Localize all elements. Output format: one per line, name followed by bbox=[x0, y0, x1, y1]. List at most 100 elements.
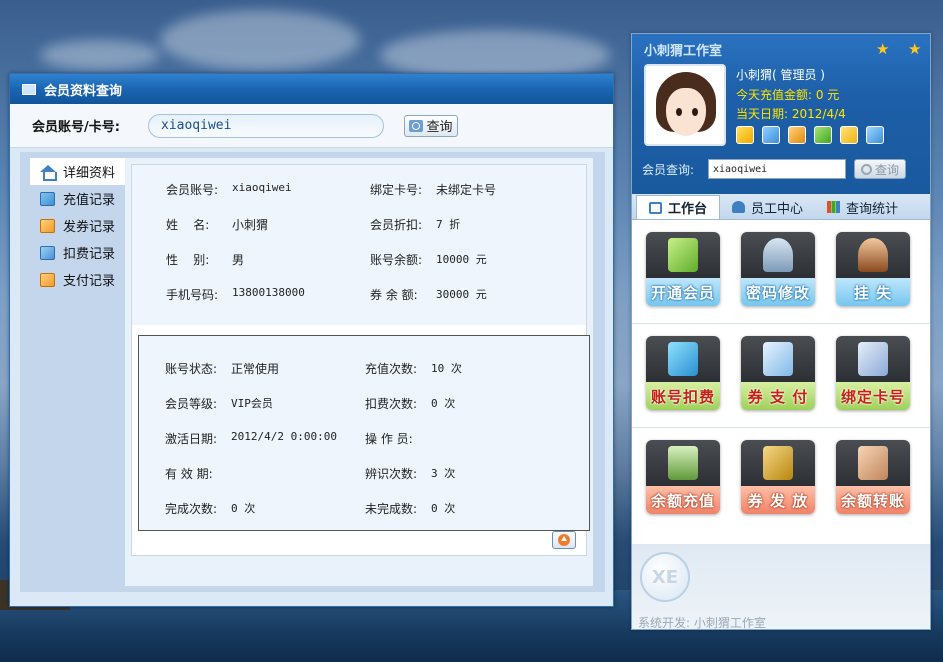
twitter-icon[interactable] bbox=[762, 126, 780, 144]
search-bar: 会员账号/卡号: 查询 bbox=[10, 104, 613, 148]
tile-label: 券 支 付 bbox=[741, 382, 815, 410]
field-key: 会员账号: bbox=[166, 183, 219, 197]
tab-label: 查询统计 bbox=[846, 201, 899, 217]
tile-coupon-issue[interactable]: 券 发 放 bbox=[741, 440, 815, 514]
content-area: 详细资料 充值记录 发券记录 扣费记录 支付记录 会员账号: xiaoqiwei… bbox=[20, 152, 605, 592]
window-icon bbox=[22, 83, 36, 95]
tab-bar: 工作台 员工中心 查询统计 bbox=[632, 194, 930, 220]
field-done-count: 完成次数: 0 次 bbox=[165, 500, 255, 517]
grid-row: 账号扣费 券 支 付 绑定卡号 bbox=[632, 324, 930, 428]
avatar bbox=[644, 64, 726, 146]
details-panel: 会员账号: xiaoqiwei 绑定卡号: 未绑定卡号 姓 名: 小刺猬 会员折… bbox=[125, 158, 593, 586]
tile-label: 挂 失 bbox=[836, 278, 910, 306]
tab-workbench[interactable]: 工作台 bbox=[636, 195, 721, 219]
share-icon[interactable] bbox=[866, 126, 884, 144]
tab-staff-center[interactable]: 员工中心 bbox=[720, 195, 815, 219]
field-key: 激活日期: bbox=[165, 432, 218, 446]
lock-icon bbox=[763, 238, 793, 272]
field-value: 男 bbox=[232, 253, 245, 267]
tile-label: 绑定卡号 bbox=[836, 382, 910, 410]
user-name: 小刺猬( 管理员 ) bbox=[736, 68, 825, 82]
folder-icon bbox=[763, 446, 793, 480]
tile-open-member[interactable]: 开通会员 bbox=[646, 232, 720, 306]
field-key: 完成次数: bbox=[165, 502, 218, 516]
scroll-top-button[interactable] bbox=[552, 531, 576, 549]
field-key: 绑定卡号: bbox=[370, 183, 423, 197]
field-key: 账号余额: bbox=[370, 253, 423, 267]
field-account: 会员账号: xiaoqiwei bbox=[166, 181, 292, 198]
tile-coupon-pay[interactable]: 券 支 付 bbox=[741, 336, 815, 410]
tile-label: 券 发 放 bbox=[741, 486, 815, 514]
tile-label: 余额充值 bbox=[646, 486, 720, 514]
query-button[interactable]: 查询 bbox=[404, 114, 458, 137]
cloud bbox=[160, 10, 360, 70]
cloud bbox=[40, 40, 160, 70]
nav-item-deduct-record[interactable]: 扣费记录 bbox=[30, 239, 126, 266]
field-key: 扣费次数: bbox=[365, 397, 418, 411]
member-info-window: 会员资料查询 会员账号/卡号: 查询 详细资料 充值记录 发券记录 bbox=[9, 73, 614, 607]
logo: XE bbox=[640, 552, 690, 602]
tab-label: 工作台 bbox=[668, 202, 708, 217]
field-key: 充值次数: bbox=[365, 362, 418, 376]
search-label: 会员账号/卡号: bbox=[32, 120, 120, 135]
field-value: 13800138000 bbox=[232, 286, 305, 299]
tile-label: 开通会员 bbox=[646, 278, 720, 306]
nav-item-payment-record[interactable]: 支付记录 bbox=[30, 266, 126, 293]
tile-report-loss[interactable]: 挂 失 bbox=[836, 232, 910, 306]
field-key: 账号状态: bbox=[165, 362, 218, 376]
nav-item-details[interactable]: 详细资料 bbox=[30, 158, 126, 185]
tile-label: 密码修改 bbox=[741, 278, 815, 306]
footer: XE 系统开发: 小刺猬工作室 bbox=[632, 544, 930, 630]
field-activate-date: 激活日期: 2012/4/2 0:00:00 bbox=[165, 430, 337, 447]
tab-query-stats[interactable]: 查询统计 bbox=[815, 195, 910, 219]
tile-balance-transfer[interactable]: 余额转账 bbox=[836, 440, 910, 514]
field-value: 正常使用 bbox=[231, 362, 280, 376]
tile-change-password[interactable]: 密码修改 bbox=[741, 232, 815, 306]
tile-balance-recharge[interactable]: 余额充值 bbox=[646, 440, 720, 514]
user-icon[interactable] bbox=[814, 126, 832, 144]
window-title: 会员资料查询 bbox=[44, 83, 123, 99]
field-coupon-balance: 券 余 额: 30000 元 bbox=[370, 286, 487, 303]
field-name: 姓 名: 小刺猬 bbox=[166, 216, 268, 233]
tile-bind-card[interactable]: 绑定卡号 bbox=[836, 336, 910, 410]
field-key: 未完成数: bbox=[365, 502, 418, 516]
query-button-label: 查询 bbox=[426, 120, 453, 135]
nav-item-recharge-record[interactable]: 充值记录 bbox=[30, 185, 126, 212]
briefcase-icon[interactable] bbox=[788, 126, 806, 144]
window-titlebar[interactable]: 会员资料查询 bbox=[10, 74, 613, 104]
bind-card-icon bbox=[858, 342, 888, 376]
details-card: 会员账号: xiaoqiwei 绑定卡号: 未绑定卡号 姓 名: 小刺猬 会员折… bbox=[131, 164, 590, 556]
mail-icon[interactable] bbox=[840, 126, 858, 144]
field-key: 性 别: bbox=[166, 253, 210, 267]
field-value: 小刺猬 bbox=[232, 218, 269, 232]
field-valid-period: 有 效 期: bbox=[165, 465, 231, 482]
star-icon[interactable]: ★ bbox=[908, 40, 921, 58]
nav-item-coupon-record[interactable]: 发券记录 bbox=[30, 212, 126, 239]
home-icon bbox=[649, 201, 662, 214]
basic-info-section: 会员账号: xiaoqiwei 绑定卡号: 未绑定卡号 姓 名: 小刺猬 会员折… bbox=[132, 165, 586, 325]
member-query-input[interactable] bbox=[708, 159, 846, 179]
grid-row: 余额充值 券 发 放 余额转账 bbox=[632, 428, 930, 532]
search-icon bbox=[860, 163, 872, 175]
bar-chart-icon bbox=[827, 201, 841, 213]
developer-credit: 系统开发: 小刺猬工作室 bbox=[638, 616, 766, 630]
studio-main-window: 小刺猬工作室 ★ ★ 小刺猬( 管理员 ) 今天充值金额: 0 元 当天日期: … bbox=[631, 33, 931, 630]
field-value: 30000 元 bbox=[436, 288, 487, 301]
star-icon[interactable]: ★ bbox=[876, 40, 889, 58]
member-query-button[interactable]: 查询 bbox=[854, 159, 906, 179]
search-input[interactable] bbox=[148, 113, 384, 138]
field-value: 10000 元 bbox=[436, 253, 487, 266]
field-key: 姓 名: bbox=[166, 218, 210, 232]
today-date: 当天日期: 2012/4/4 bbox=[736, 107, 846, 121]
tile-account-deduct[interactable]: 账号扣费 bbox=[646, 336, 720, 410]
tab-label: 员工中心 bbox=[751, 201, 804, 217]
user-icon bbox=[732, 201, 746, 213]
settings-icon[interactable] bbox=[736, 126, 754, 144]
status-info-section: 账号状态: 正常使用 充值次数: 10 次 会员等级: VIP会员 扣费次数: … bbox=[138, 335, 590, 531]
tile-label: 账号扣费 bbox=[646, 382, 720, 410]
avatar-eye bbox=[676, 108, 682, 116]
tile-label: 余额转账 bbox=[836, 486, 910, 514]
toolbar bbox=[736, 126, 884, 144]
nav-label: 发券记录 bbox=[63, 220, 116, 235]
recharge-record-icon bbox=[40, 191, 55, 206]
